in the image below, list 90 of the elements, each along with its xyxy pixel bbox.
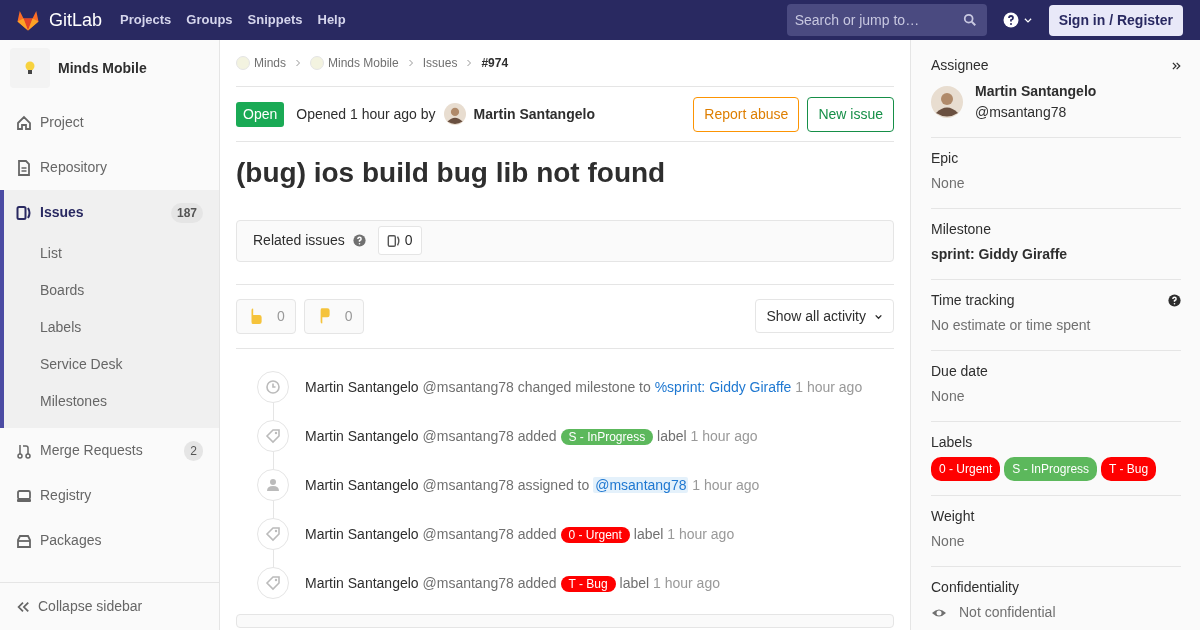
activity-text: Martin Santangelo @msantang78 assigned to @msantang78 1 hour ago: [305, 475, 760, 495]
nav-link[interactable]: Help: [317, 10, 346, 30]
author-link[interactable]: Martin Santangelo: [473, 103, 595, 125]
sidebar-item[interactable]: Packages: [0, 518, 219, 563]
sidebar-heading: Milestone: [931, 220, 991, 239]
count-badge: 187: [170, 202, 203, 223]
action-button[interactable]: New issue: [807, 96, 894, 132]
activity-text: Martin Santangelo @msantang78 changed milestone to %sprint: Giddy Giraffe 1 hour ago: [305, 377, 863, 397]
project-avatar: [310, 56, 324, 70]
sidebar-heading: Confidentiality: [931, 578, 1019, 597]
sidebar-item[interactable]: Issues 187: [4, 190, 219, 235]
breadcrumb-link[interactable]: Issues: [422, 54, 458, 72]
tag-icon: [265, 428, 281, 445]
milestone-link[interactable]: %sprint: Giddy Giraffe: [654, 378, 792, 395]
search-field[interactable]: Search or jump to…: [786, 4, 987, 36]
nav-link[interactable]: Projects: [120, 10, 172, 30]
breadcrumb-link[interactable]: Minds: [254, 54, 286, 72]
related-count: 0: [377, 226, 422, 256]
sidebar-value: None: [931, 387, 966, 406]
breadcrumb-link[interactable]: #974: [481, 54, 509, 72]
double-chevron-left-icon: [16, 599, 30, 614]
opened-text: Opened 1 hour ago by: [296, 104, 436, 124]
tag-icon: [265, 575, 281, 592]
label-tag[interactable]: 0 - Urgent: [931, 457, 1001, 481]
sidebar-heading: Epic: [931, 149, 959, 168]
milestone-link[interactable]: sprint: Giddy Giraffe: [931, 244, 1181, 265]
project-avatar: [236, 56, 250, 70]
registry-icon: [16, 487, 32, 504]
package-icon: [16, 532, 32, 549]
chevron-right-icon: [294, 59, 302, 67]
nav-link[interactable]: Snippets: [247, 10, 303, 30]
user-avatar-icon: [931, 86, 963, 118]
user-mention-link[interactable]: @msantang78: [593, 476, 689, 493]
emoji-award-button[interactable]: 0: [303, 298, 364, 334]
chevron-right-icon: [465, 59, 474, 67]
sidebar-value: No estimate or time spent: [931, 316, 1092, 335]
sidebar-item[interactable]: Registry: [0, 473, 219, 518]
sidebar-item[interactable]: Project: [0, 100, 219, 145]
action-button[interactable]: Report abuse: [693, 96, 800, 132]
related-issues-label: Related issues: [253, 231, 345, 251]
activity-text: Martin Santangelo @msantang78 added 0 - Urgent label 1 hour ago: [305, 524, 735, 545]
brand-name[interactable]: GitLab: [49, 6, 103, 34]
issues-icon: [16, 204, 32, 221]
sidebar-heading: Weight: [931, 507, 975, 526]
help-icon: [1002, 12, 1019, 28]
assignee-username: @msantang78: [975, 103, 1068, 122]
clock-icon: [265, 379, 281, 396]
activity-filter-dropdown[interactable]: Show all activity: [755, 299, 894, 334]
tag-icon: [265, 526, 281, 543]
sidebar-subitem[interactable]: Service Desk: [4, 346, 219, 383]
sidebar-value: Not confidential: [959, 603, 1056, 622]
count-badge: 2: [184, 440, 203, 461]
sidebar-subitem[interactable]: List: [4, 235, 219, 272]
status-badge: Open: [236, 101, 285, 127]
home-icon: [16, 114, 32, 131]
chevron-right-icon: [406, 59, 415, 67]
emoji-award-button[interactable]: 0: [236, 298, 296, 334]
label-tag[interactable]: 0 - Urgent: [560, 526, 630, 543]
person-icon: [265, 477, 281, 494]
document-icon: [16, 159, 32, 176]
sidebar-subitem[interactable]: Boards: [4, 272, 219, 309]
double-chevron-right-icon: [1171, 60, 1181, 71]
help-dropdown[interactable]: [1002, 12, 1033, 28]
label-tag[interactable]: T - Bug: [560, 575, 616, 592]
search-icon: [962, 13, 977, 27]
sidebar-heading: Assignee: [931, 55, 989, 75]
nav-link[interactable]: Groups: [186, 10, 233, 30]
chevron-down-icon: [1022, 15, 1033, 25]
label-tag[interactable]: T - Bug: [1101, 457, 1157, 481]
issues-icon: [386, 233, 401, 248]
project-name[interactable]: Minds Mobile: [58, 57, 147, 79]
issue-title: (bug) ios build bug lib not found: [236, 156, 667, 190]
activity-text: Martin Santangelo @msantang78 added S - InProgress label 1 hour ago: [305, 426, 758, 447]
sidebar-item[interactable]: Repository: [0, 145, 219, 190]
sidebar-value: None: [931, 532, 966, 551]
user-avatar-icon: [443, 103, 466, 125]
sidebar-subitem[interactable]: Labels: [4, 309, 219, 346]
sign-in-button[interactable]: Sign in / Register: [1048, 4, 1183, 36]
sidebar-value: None: [931, 174, 966, 193]
sidebar-heading: Due date: [931, 362, 988, 381]
sidebar-heading: Labels: [931, 433, 973, 452]
breadcrumb-link[interactable]: Minds Mobile: [328, 54, 399, 72]
merge-request-icon: [16, 442, 32, 459]
assignee-name[interactable]: Martin Santangelo: [975, 81, 1097, 102]
sidebar-subitem[interactable]: Milestones: [4, 383, 219, 420]
sidebar-item[interactable]: Merge Requests 2: [0, 428, 219, 473]
help-icon: [352, 234, 366, 248]
activity-text: Martin Santangelo @msantang78 added T - Bug label 1 hour ago: [305, 573, 720, 594]
help-icon: [1168, 294, 1181, 307]
sidebar-heading: Time tracking: [931, 291, 1015, 310]
